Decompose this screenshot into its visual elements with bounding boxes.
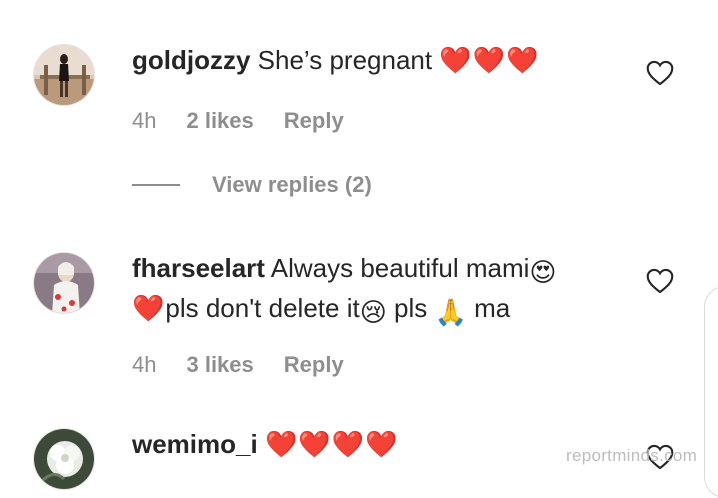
comment-body: She’s pregnant [257,45,433,75]
comment-meta: 4h 3 likes Reply [132,352,344,378]
comment-body-part2: pls don't delete it [165,293,360,323]
comment-body-part3: pls [386,293,435,323]
heart-eyes-emoji: 😍 [529,257,557,287]
avatar-fharseelart[interactable] [33,252,95,314]
view-replies-button[interactable]: View replies (2) [132,172,372,198]
comment-username[interactable]: wemimo_i [132,429,258,459]
heart-emoji: ❤️ [132,293,166,323]
view-replies-label: View replies (2) [212,172,372,197]
comment-body-part4: ma [466,293,511,323]
comment-username[interactable]: fharseelart [132,253,265,283]
avatar-goldjozzy[interactable] [33,44,95,106]
likes-count[interactable]: 2 likes [186,108,253,134]
comment-text: fharseelart Always beautiful mami😍 ❤️pls… [132,250,612,330]
heart-outline-icon[interactable] [646,60,674,86]
heart-outline-icon[interactable] [646,268,674,294]
comment-text: goldjozzy She’s pregnant ❤️❤️❤️ [132,42,632,78]
avatar-wemimo_i[interactable] [33,428,95,490]
comment-time: 4h [132,108,157,133]
crying-face-emoji: 😢 [359,297,387,327]
likes-count[interactable]: 3 likes [186,352,253,378]
hearts-emoji: ❤️❤️❤️ [439,45,540,75]
profile-photo-icon [34,429,94,489]
comment-meta: 4h 2 likes Reply [132,108,344,134]
comment-text: wemimo_i ❤️❤️❤️❤️ [132,426,632,462]
comment-body-part1: Always beautiful mami [270,253,530,283]
watermark-text: reportminds.com [566,446,698,465]
praying-hands-emoji: 🙏 [434,297,467,327]
replies-divider-line [132,184,180,186]
partial-card-edge [704,286,718,498]
reply-button[interactable]: Reply [284,108,344,134]
profile-photo-icon [34,253,94,313]
profile-photo-icon [34,45,94,105]
comment-username[interactable]: goldjozzy [132,45,250,75]
comment-time: 4h [132,352,157,377]
hearts-emoji: ❤️❤️❤️❤️ [264,429,399,459]
reply-button[interactable]: Reply [284,352,344,378]
